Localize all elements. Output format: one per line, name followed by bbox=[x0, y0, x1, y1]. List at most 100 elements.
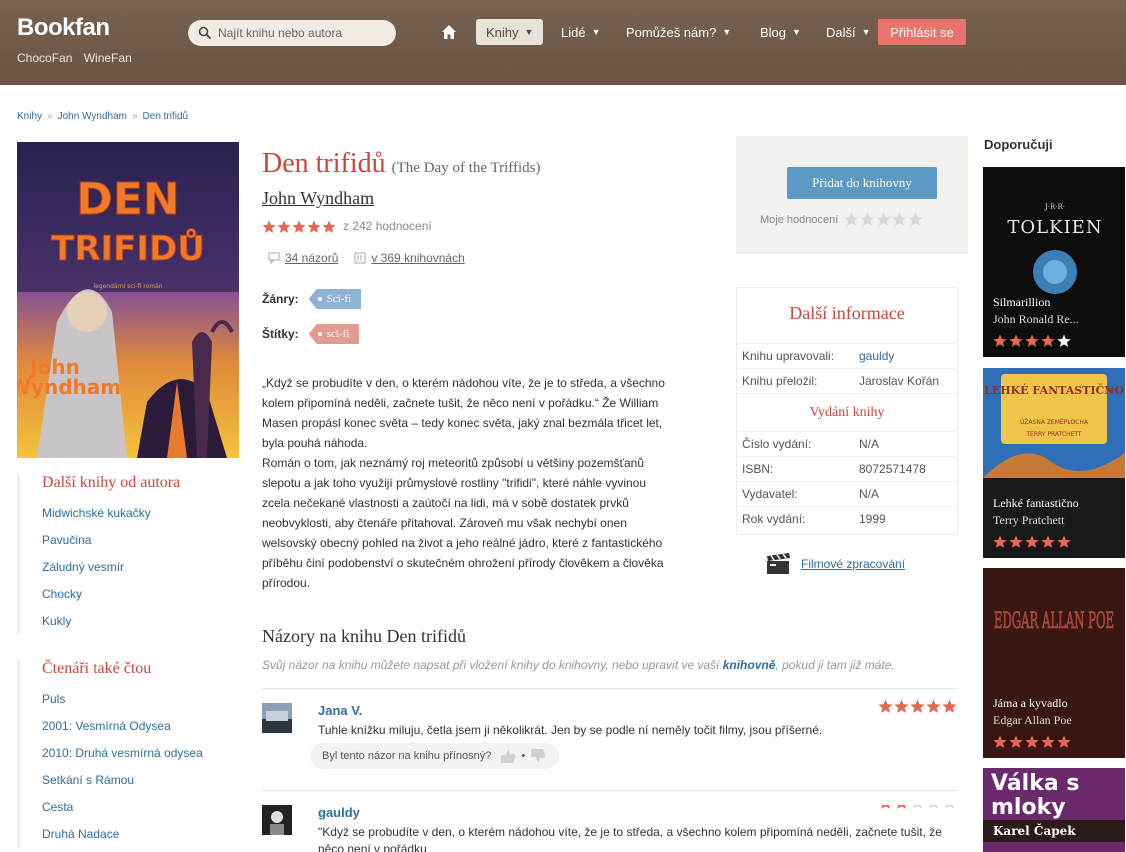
reviews-note-text: Svůj názor na knihu můžete napsat při vl… bbox=[262, 658, 723, 672]
cover-title-lines: LEHKÉ FANTASTIČNO bbox=[984, 383, 1124, 397]
info-value: 8072571478 bbox=[859, 462, 926, 476]
genre-tag[interactable]: Sci-fi bbox=[308, 289, 362, 309]
site-logo[interactable]: Bookfan bbox=[17, 14, 110, 42]
breadcrumb-item[interactable]: Den trifidů bbox=[143, 111, 189, 122]
star-icon bbox=[1041, 735, 1055, 748]
recommend-cover: J·R·R· TOLKIEN bbox=[983, 167, 1125, 357]
avatar[interactable] bbox=[262, 703, 292, 733]
list-item[interactable]: Cesta bbox=[42, 794, 203, 821]
thumbs-down-icon[interactable] bbox=[529, 748, 547, 764]
recommend-item[interactable]: J·R·R· TOLKIEN Silmarillion John Ronald … bbox=[983, 167, 1125, 357]
info-value: N/A bbox=[859, 437, 880, 451]
info-title: Další informace bbox=[789, 303, 905, 323]
reviewer-name[interactable]: gauldy bbox=[318, 805, 360, 820]
star-icon bbox=[262, 220, 276, 233]
star-icon bbox=[881, 805, 890, 810]
cover-author: TERRY PRATCHETT bbox=[1025, 431, 1082, 438]
cover-subtitle: legendární sci-fi román bbox=[93, 283, 162, 290]
list-item[interactable]: Záludný vesmír bbox=[42, 554, 180, 581]
editor-link[interactable]: gauldy bbox=[859, 344, 894, 368]
chevron-down-icon: ▼ bbox=[722, 27, 732, 37]
my-rating: Moje hodnocení bbox=[760, 212, 924, 227]
avatar[interactable] bbox=[262, 805, 292, 835]
reviews-note-text-end: , pokud ji tam již máte. bbox=[775, 658, 895, 672]
nav-lide[interactable]: Lidé ▼ bbox=[561, 19, 601, 45]
recommend-book-author: John Ronald Re... bbox=[993, 312, 1079, 326]
nav-pomuzes[interactable]: Pomůžeš nám? ▼ bbox=[626, 19, 731, 45]
nav-dalsi[interactable]: Další ▼ bbox=[826, 19, 871, 45]
list-item[interactable]: Setkání s Rámou bbox=[42, 767, 203, 794]
star-icon bbox=[993, 535, 1007, 548]
star-icon bbox=[1057, 535, 1071, 548]
recommend-book-title: Lehké fantastično bbox=[993, 496, 1079, 510]
star-icon bbox=[913, 805, 922, 810]
genres-row: Žánry: Sci-fi bbox=[262, 289, 362, 309]
library-link[interactable]: knihovně bbox=[723, 658, 776, 672]
recommend-item[interactable]: EDGAR ALLAN POE Jáma a kyvadlo Edgar All… bbox=[983, 568, 1125, 758]
list-item[interactable]: Puls bbox=[42, 686, 203, 713]
recommend-stars bbox=[993, 534, 1073, 549]
list-item[interactable]: Kukly bbox=[42, 608, 180, 635]
libraries-link[interactable]: v 369 knihovnách bbox=[371, 251, 464, 265]
star-icon bbox=[1009, 735, 1023, 748]
list-item[interactable]: 2001: Vesmírná Odysea bbox=[42, 713, 203, 740]
breadcrumb-separator: » bbox=[131, 111, 138, 122]
readers-also-box: Čtenáři také čtou Puls 2001: Vesmírná Od… bbox=[17, 660, 203, 848]
list-item[interactable]: Chocky bbox=[42, 581, 180, 608]
recommend-item[interactable]: LEHKÉ FANTASTIČNO ÚŽASNÁ ZEMĚPLOCHA TERR… bbox=[983, 368, 1125, 558]
reviewer-name[interactable]: Jana V. bbox=[318, 703, 362, 718]
opinions-link[interactable]: 34 názorů bbox=[285, 251, 338, 265]
top-header: Bookfan ChocoFan WineFan Knihy ▼ Lidé ▼ Po… bbox=[0, 0, 1126, 85]
star-icon bbox=[1009, 334, 1023, 347]
nav-knihy-label: Knihy bbox=[486, 24, 519, 40]
star-icon bbox=[1025, 735, 1039, 748]
home-icon[interactable] bbox=[441, 24, 457, 40]
cover-series: ÚŽASNÁ ZEMĚPLOCHA bbox=[1020, 418, 1089, 426]
list-item[interactable]: Druhá Nadace bbox=[42, 821, 203, 848]
film-adaptation-label: Filmové zpracování bbox=[801, 557, 906, 571]
chevron-down-icon: ▼ bbox=[792, 27, 801, 37]
list-item[interactable]: Midwichské kukačky bbox=[42, 500, 180, 527]
recommend-item[interactable]: Válka s mloky Karel Čapek bbox=[983, 768, 1125, 852]
review-item: gauldy "Když se probudíte v den, o které… bbox=[262, 805, 958, 852]
recommend-cover-title: Válka s mloky bbox=[991, 771, 1080, 820]
info-key: Rok vydání: bbox=[742, 512, 806, 526]
author-link[interactable]: John Wyndham bbox=[262, 188, 374, 209]
info-value: 1999 bbox=[859, 512, 886, 526]
my-rating-stars[interactable] bbox=[844, 212, 924, 227]
film-clapper-icon bbox=[767, 553, 790, 574]
list-item[interactable]: Pavučina bbox=[42, 527, 180, 554]
film-adaptation-link[interactable]: Filmové zpracování bbox=[765, 553, 905, 575]
helpful-box: Byl tento názor na knihu přínosný? • bbox=[310, 743, 560, 769]
star-icon bbox=[1025, 535, 1039, 548]
thumbs-up-icon[interactable] bbox=[499, 748, 517, 764]
tag-chip[interactable]: sci-fi bbox=[308, 324, 360, 344]
star-icon bbox=[277, 220, 291, 233]
breadcrumb-item[interactable]: Knihy bbox=[17, 111, 42, 122]
recommend-book-title: Jáma a kyvadlo bbox=[993, 696, 1068, 710]
breadcrumb-item[interactable]: John Wyndham bbox=[58, 111, 127, 122]
add-to-library-button[interactable]: Přidat do knihovny bbox=[787, 167, 937, 199]
more-by-author-box: Další knihy od autora Midwichské kukačky… bbox=[17, 474, 180, 635]
search-input[interactable] bbox=[218, 26, 388, 40]
chocofan-link[interactable]: ChocoFan bbox=[17, 51, 72, 65]
list-item[interactable]: 2010: Druhá vesmírná odysea bbox=[42, 740, 203, 767]
winefan-link[interactable]: WineFan bbox=[84, 51, 132, 65]
original-title: (The Day of the Triffids) bbox=[391, 160, 541, 176]
nav-knihy[interactable]: Knihy ▼ bbox=[476, 19, 544, 45]
recommend-book-author: Edgar Allan Poe bbox=[993, 713, 1072, 727]
login-button[interactable]: Přihlásit se bbox=[878, 19, 966, 45]
book-description: „Když se probudíte v den, o kterém nádoh… bbox=[262, 376, 665, 590]
info-key: Knihu upravovali: bbox=[742, 349, 835, 363]
recommend-cover: EDGAR ALLAN POE bbox=[983, 568, 1125, 758]
nav-blog[interactable]: Blog ▼ bbox=[760, 19, 801, 45]
nav-pomuzes-label: Pomůžeš nám? bbox=[626, 24, 717, 40]
search-box[interactable] bbox=[188, 20, 396, 46]
star-icon bbox=[942, 699, 957, 714]
recommend-stars bbox=[993, 333, 1073, 348]
star-icon bbox=[926, 699, 941, 714]
chevron-down-icon: ▼ bbox=[861, 27, 871, 37]
nav-dalsi-label: Další bbox=[826, 24, 856, 40]
recommend-book-author: Terry Pratchett bbox=[993, 513, 1065, 527]
tags-label: Štítky: bbox=[262, 327, 299, 341]
